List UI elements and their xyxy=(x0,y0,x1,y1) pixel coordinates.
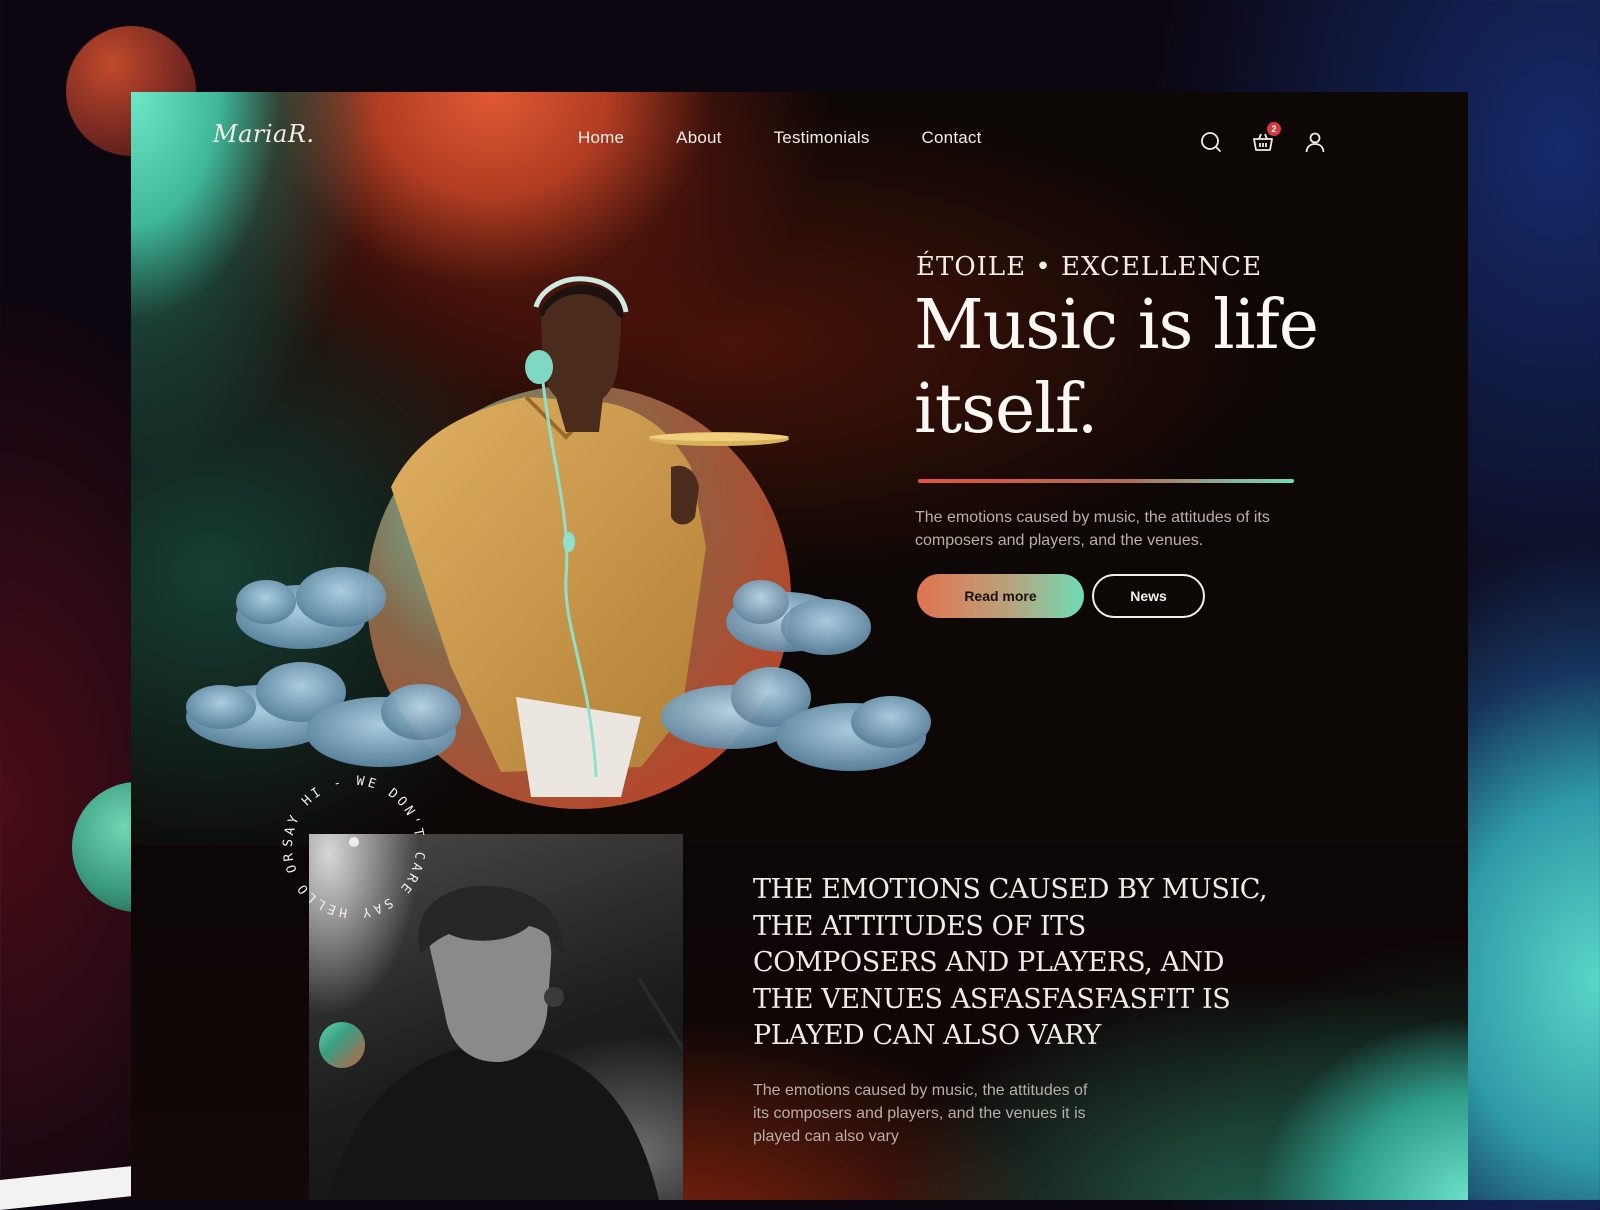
hero-headline: Music is life itself. xyxy=(914,286,1319,449)
decor-mini-sphere xyxy=(319,1022,365,1068)
nav-about[interactable]: About xyxy=(676,128,721,148)
nav-contact[interactable]: Contact xyxy=(922,128,982,148)
news-button[interactable]: News xyxy=(1092,574,1205,618)
header-actions: 2 xyxy=(1199,122,1327,154)
basket-icon[interactable]: 2 xyxy=(1251,122,1281,154)
headline-divider xyxy=(918,479,1294,483)
nav-home[interactable]: Home xyxy=(578,128,624,148)
decor-corner xyxy=(0,1165,140,1210)
hero-subtext: The emotions caused by music, the attitu… xyxy=(915,509,1270,549)
main-nav: Home About Testimonials Contact xyxy=(578,128,982,148)
nav-testimonials[interactable]: Testimonials xyxy=(774,128,870,148)
hero-eyebrow: ÉTOILE • EXCELLENCE xyxy=(916,252,1263,282)
search-icon[interactable] xyxy=(1199,130,1223,154)
cart-count-badge: 2 xyxy=(1267,122,1281,136)
say-hi-circular-badge[interactable]: SAY HI - WE DON'T CARE SAY HELLO OR xyxy=(279,772,429,922)
user-icon[interactable] xyxy=(1303,130,1327,154)
hero-image xyxy=(186,276,931,809)
read-more-button[interactable]: Read more xyxy=(917,574,1084,618)
about-subtext: The emotions caused by music, the attitu… xyxy=(753,1082,1088,1145)
landing-page: MariaR. Home About Testimonials Contact … xyxy=(131,92,1468,1200)
about-title: THE EMOTIONS CAUSED BY MUSIC, THE ATTITU… xyxy=(753,874,1268,1051)
logo[interactable]: MariaR. xyxy=(213,120,315,148)
